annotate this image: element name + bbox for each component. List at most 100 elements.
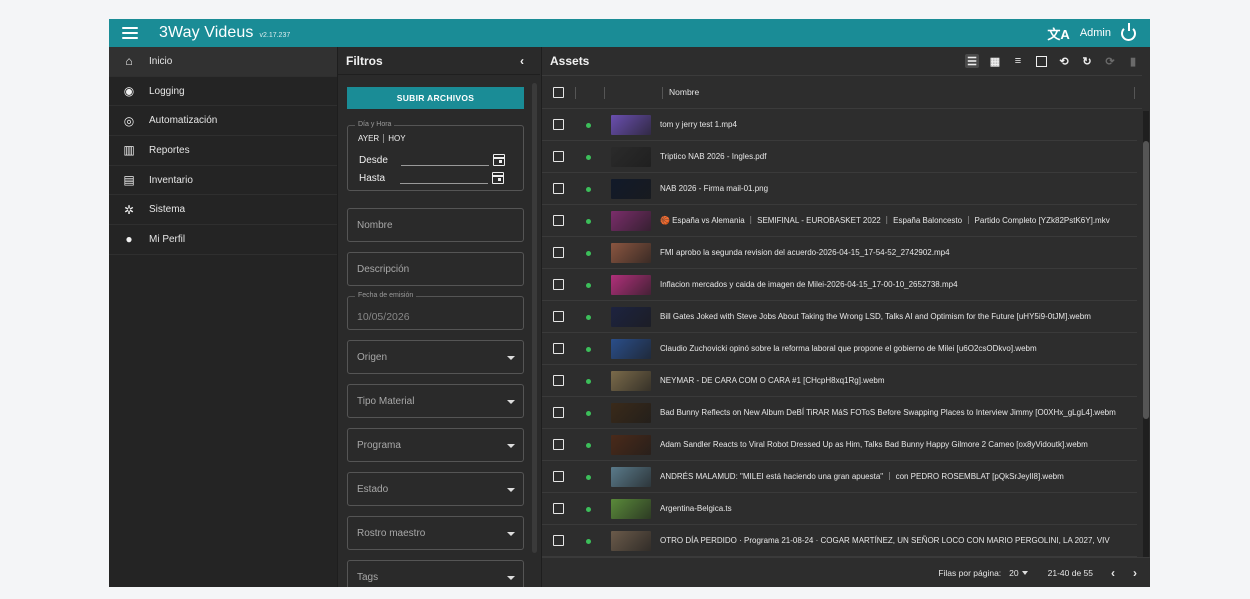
sort-icon[interactable]: ≡: [1011, 54, 1025, 68]
table-row[interactable]: Bill Gates Joked with Steve Jobs About T…: [542, 301, 1137, 333]
yesterday-button[interactable]: AYER: [354, 134, 383, 143]
sidebar-item-reportes[interactable]: ▥ Reportes: [109, 136, 337, 166]
row-checkbox[interactable]: [553, 407, 564, 418]
row-checkbox[interactable]: [553, 215, 564, 226]
row-checkbox[interactable]: [553, 151, 564, 162]
asset-thumbnail[interactable]: [611, 243, 651, 263]
name-filter-input[interactable]: Nombre: [347, 208, 524, 242]
row-checkbox[interactable]: [553, 503, 564, 514]
tipo-material-select[interactable]: Tipo Material: [347, 384, 524, 418]
sidebar-item-logging[interactable]: ◉ Logging: [109, 77, 337, 107]
asset-name[interactable]: Triptico NAB 2026 - Ingles.pdf: [660, 152, 766, 161]
row-checkbox[interactable]: [553, 183, 564, 194]
select-all-icon[interactable]: [1034, 54, 1048, 68]
from-field[interactable]: Desde: [359, 154, 505, 166]
chevron-left-icon[interactable]: ‹: [520, 54, 524, 68]
power-icon[interactable]: [1121, 22, 1136, 41]
table-row[interactable]: OTRO DÍA PERDIDO · Programa 21-08-24 · C…: [542, 525, 1137, 557]
asset-name[interactable]: FMI aprobo la segunda revision del acuer…: [660, 248, 950, 257]
asset-thumbnail[interactable]: [611, 467, 651, 487]
asset-name[interactable]: Argentina-Belgica.ts: [660, 504, 732, 513]
asset-name[interactable]: Claudio Zuchovicki opinó sobre la reform…: [660, 344, 1037, 353]
asset-name[interactable]: NEYMAR - DE CARA COM O CARA #1 [CHcpH8xq…: [660, 376, 885, 385]
table-row[interactable]: NEYMAR - DE CARA COM O CARA #1 [CHcpH8xq…: [542, 365, 1137, 397]
asset-name[interactable]: Bill Gates Joked with Steve Jobs About T…: [660, 312, 1091, 321]
calendar-icon[interactable]: [492, 154, 505, 166]
translate-icon[interactable]: 文A: [1047, 24, 1069, 43]
table-row[interactable]: Claudio Zuchovicki opinó sobre la reform…: [542, 333, 1137, 365]
row-checkbox[interactable]: [553, 247, 564, 258]
table-row[interactable]: 🏀 España vs Alemania ｜ SEMIFINAL - EUROB…: [542, 205, 1137, 237]
asset-thumbnail[interactable]: [611, 403, 651, 423]
column-header-name[interactable]: Nombre: [669, 87, 699, 97]
asset-name[interactable]: OTRO DÍA PERDIDO · Programa 21-08-24 · C…: [660, 536, 1110, 545]
programa-select[interactable]: Programa: [347, 428, 524, 462]
asset-thumbnail[interactable]: [611, 531, 651, 551]
row-checkbox[interactable]: [553, 439, 564, 450]
row-checkbox[interactable]: [553, 535, 564, 546]
row-checkbox[interactable]: [553, 471, 564, 482]
rows-per-page-select[interactable]: 20: [1009, 568, 1028, 578]
table-row[interactable]: FMI aprobo la segunda revision del acuer…: [542, 237, 1137, 269]
asset-thumbnail[interactable]: [611, 115, 651, 135]
next-page-icon[interactable]: ›: [1133, 566, 1137, 580]
to-field[interactable]: Hasta: [359, 172, 505, 184]
upload-files-button[interactable]: SUBIR ARCHIVOS: [347, 87, 524, 109]
scrollbar-thumb[interactable]: [1143, 141, 1149, 419]
sidebar-item-automatizacion[interactable]: ◎ Automatización: [109, 106, 337, 137]
select-all-checkbox[interactable]: [553, 87, 564, 98]
table-row[interactable]: ANDRÉS MALAMUD: "MILEI está haciendo una…: [542, 461, 1137, 493]
refresh-icon[interactable]: ↻: [1080, 54, 1094, 68]
sidebar-item-inicio[interactable]: ⌂ Inicio: [109, 47, 337, 77]
sync-icon[interactable]: ⟳: [1103, 54, 1117, 68]
rostro-maestro-select[interactable]: Rostro maestro: [347, 516, 524, 550]
asset-thumbnail[interactable]: [611, 339, 651, 359]
asset-name[interactable]: Inflacion mercados y caida de imagen de …: [660, 280, 958, 289]
asset-thumbnail[interactable]: [611, 179, 651, 199]
sidebar-item-sistema[interactable]: ✲ Sistema: [109, 195, 337, 226]
asset-name[interactable]: 🏀 España vs Alemania ｜ SEMIFINAL - EUROB…: [660, 215, 1110, 226]
prev-page-icon[interactable]: ‹: [1111, 566, 1115, 580]
delete-icon[interactable]: ▮: [1126, 54, 1140, 68]
table-row[interactable]: Inflacion mercados y caida de imagen de …: [542, 269, 1137, 301]
table-row[interactable]: Adam Sandler Reacts to Viral Robot Dress…: [542, 429, 1137, 461]
asset-thumbnail[interactable]: [611, 275, 651, 295]
row-checkbox[interactable]: [553, 119, 564, 130]
to-input[interactable]: [400, 174, 489, 184]
asset-name[interactable]: Adam Sandler Reacts to Viral Robot Dress…: [660, 440, 1088, 449]
asset-thumbnail[interactable]: [611, 435, 651, 455]
asset-thumbnail[interactable]: [611, 499, 651, 519]
asset-name[interactable]: ANDRÉS MALAMUD: "MILEI está haciendo una…: [660, 471, 1064, 482]
sidebar-item-inventario[interactable]: ▤ Inventario: [109, 166, 337, 196]
calendar-icon[interactable]: [492, 172, 505, 184]
list-view-icon[interactable]: ☰: [965, 54, 979, 68]
today-button[interactable]: HOY: [383, 134, 409, 143]
from-input[interactable]: [400, 156, 489, 166]
assets-scrollbar[interactable]: [1143, 111, 1149, 557]
table-row[interactable]: NAB 2026 - Firma mail-01.png: [542, 173, 1137, 205]
asset-name[interactable]: NAB 2026 - Firma mail-01.png: [660, 184, 768, 193]
estado-select[interactable]: Estado: [347, 472, 524, 506]
asset-thumbnail[interactable]: [611, 307, 651, 327]
description-filter-input[interactable]: Descripción: [347, 252, 524, 286]
asset-thumbnail[interactable]: [611, 147, 651, 167]
row-checkbox[interactable]: [553, 279, 564, 290]
row-checkbox[interactable]: [553, 311, 564, 322]
row-checkbox[interactable]: [553, 375, 564, 386]
asset-thumbnail[interactable]: [611, 371, 651, 391]
asset-name[interactable]: tom y jerry test 1.mp4: [660, 120, 737, 129]
grid-view-icon[interactable]: ▦: [988, 54, 1002, 68]
table-row[interactable]: tom y jerry test 1.mp4: [542, 109, 1137, 141]
emission-date-input[interactable]: Fecha de emisión 10/05/2026: [347, 292, 524, 330]
history-icon[interactable]: ⟲: [1057, 54, 1071, 68]
asset-name[interactable]: Bad Bunny Reflects on New Album DeBÍ TiR…: [660, 408, 1116, 417]
asset-thumbnail[interactable]: [611, 211, 651, 231]
row-checkbox[interactable]: [553, 343, 564, 354]
menu-icon[interactable]: [122, 27, 138, 39]
table-row[interactable]: Bad Bunny Reflects on New Album DeBÍ TiR…: [542, 397, 1137, 429]
tags-select[interactable]: Tags: [347, 560, 524, 587]
origen-select[interactable]: Origen: [347, 340, 524, 374]
table-row[interactable]: Triptico NAB 2026 - Ingles.pdf: [542, 141, 1137, 173]
table-row[interactable]: Argentina-Belgica.ts: [542, 493, 1137, 525]
sidebar-item-mi-perfil[interactable]: ● Mi Perfil: [109, 225, 337, 255]
